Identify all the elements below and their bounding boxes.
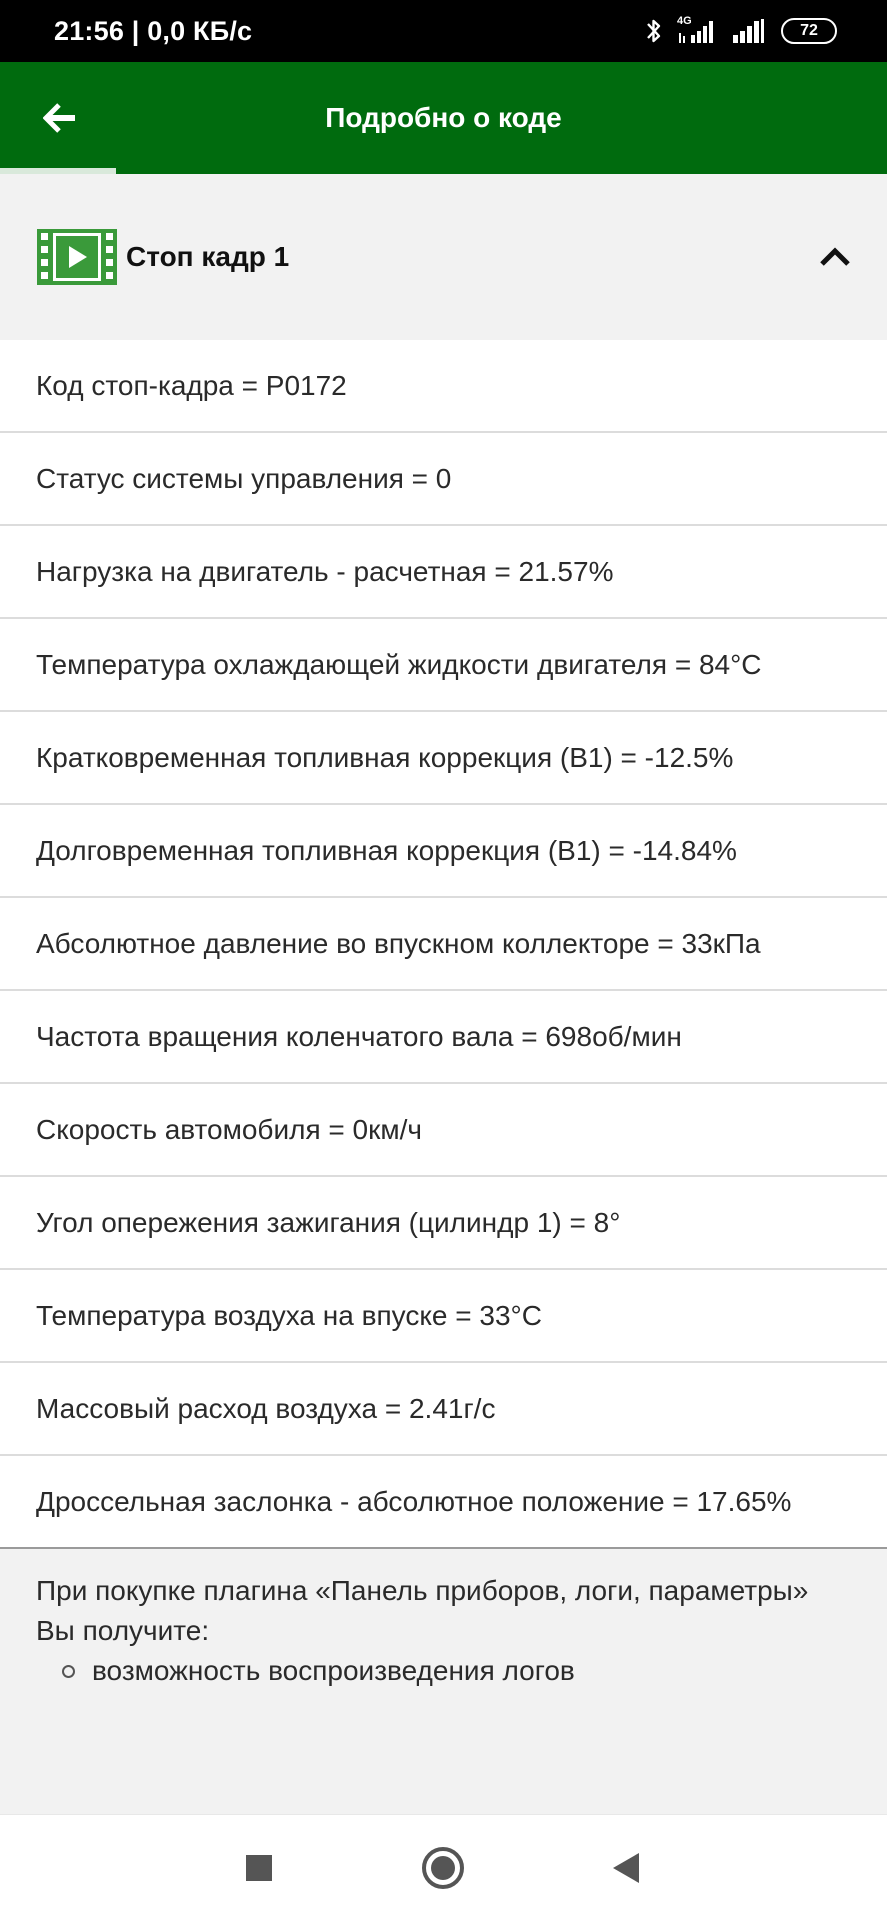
param-text: Массовый расход воздуха = 2.41г/с [36, 1392, 496, 1424]
freeze-frame-header[interactable]: Стоп кадр 1 [0, 174, 887, 340]
status-time: 21:56 | 0,0 КБ/с [54, 15, 253, 46]
list-item: Температура воздуха на впуске = 33°C [0, 1270, 887, 1363]
content-scroll[interactable]: Стоп кадр 1 Код стоп-кадра = P0172 Стату… [0, 174, 887, 1814]
list-item: Код стоп-кадра = P0172 [0, 340, 887, 433]
params-list: Код стоп-кадра = P0172 Статус системы уп… [0, 340, 887, 1549]
back-button[interactable] [30, 92, 90, 144]
list-item: Кратковременная топливная коррекция (B1)… [0, 712, 887, 805]
list-item: Массовый расход воздуха = 2.41г/с [0, 1363, 887, 1456]
arrow-left-icon [43, 103, 75, 133]
param-text: Частота вращения коленчатого вала = 698о… [36, 1020, 682, 1052]
promo-text: При покупке плагина «Панель приборов, ло… [36, 1575, 809, 1646]
list-item: Долговременная топливная коррекция (B1) … [0, 805, 887, 898]
param-text: Угол опережения зажигания (цилиндр 1) = … [36, 1206, 621, 1238]
chevron-up-icon [820, 247, 850, 266]
signal-icon: 4G [677, 15, 717, 45]
param-text: Температура охлаждающей жидкости двигате… [36, 648, 762, 680]
list-item: Статус системы управления = 0 [0, 433, 887, 526]
promo-item-text: возможность воспроизведения логов [92, 1655, 575, 1686]
home-button[interactable] [413, 1838, 473, 1898]
battery-level: 72 [800, 22, 818, 39]
battery-icon: 72 [781, 18, 837, 44]
list-item: Угол опережения зажигания (цилиндр 1) = … [0, 1177, 887, 1270]
list-item: Скорость автомобиля = 0км/ч [0, 1084, 887, 1177]
list-item: Абсолютное давление во впускном коллекто… [0, 898, 887, 991]
list-item: Частота вращения коленчатого вала = 698о… [0, 991, 887, 1084]
param-text: Код стоп-кадра = P0172 [36, 369, 347, 401]
system-nav-bar [0, 1814, 887, 1920]
back-nav-button[interactable] [596, 1838, 656, 1898]
list-item: Дроссельная заслонка - абсолютное положе… [0, 1456, 887, 1549]
param-text: Абсолютное давление во впускном коллекто… [36, 927, 761, 959]
page-title: Подробно о коде [325, 102, 562, 133]
list-item: возможность воспроизведения логов [62, 1651, 851, 1691]
param-text: Долговременная топливная коррекция (B1) … [36, 834, 737, 866]
promo-list: возможность воспроизведения логов [36, 1651, 851, 1691]
app-bar: Подробно о коде [0, 62, 887, 174]
circle-bullet-icon [62, 1665, 75, 1678]
list-item: Нагрузка на двигатель - расчетная = 21.5… [0, 526, 887, 619]
square-recents-icon [246, 1855, 272, 1881]
recents-button[interactable] [229, 1838, 289, 1898]
param-text: Температура воздуха на впуске = 33°C [36, 1299, 542, 1331]
collapse-button[interactable] [813, 234, 857, 278]
bluetooth-icon [647, 19, 661, 43]
circle-home-icon [422, 1847, 464, 1889]
status-icons: 4G 72 [645, 15, 837, 45]
section-title: Стоп кадр 1 [126, 241, 290, 272]
param-text: Нагрузка на двигатель - расчетная = 21.5… [36, 555, 614, 587]
param-text: Статус системы управления = 0 [36, 462, 452, 494]
list-item: Температура охлаждающей жидкости двигате… [0, 619, 887, 712]
triangle-back-icon [613, 1853, 639, 1883]
param-text: Скорость автомобиля = 0км/ч [36, 1113, 422, 1145]
param-text: Кратковременная топливная коррекция (B1)… [36, 741, 734, 773]
film-play-icon [37, 229, 117, 285]
plugin-promo: При покупке плагина «Панель приборов, ло… [0, 1549, 887, 1691]
param-text: Дроссельная заслонка - абсолютное положе… [36, 1485, 792, 1517]
signal-icon [733, 19, 764, 43]
status-bar: 21:56 | 0,0 КБ/с 4G 72 [0, 0, 887, 62]
